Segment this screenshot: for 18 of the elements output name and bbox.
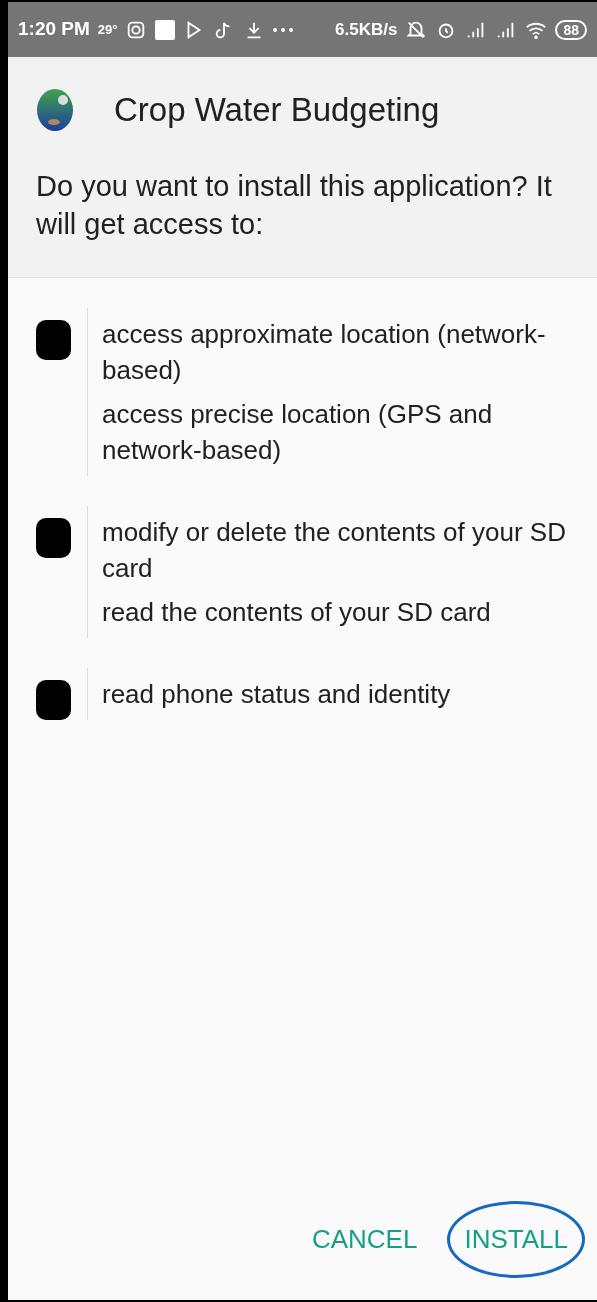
permission-text: read phone status and identity (102, 677, 451, 711)
app-icon (155, 19, 176, 40)
temperature: 29° (97, 20, 118, 39)
permission-text: read the contents of your SD card (102, 595, 492, 629)
permission-text: access approximate location (network-based) (102, 317, 547, 387)
install-prompt: Do you want to install this application? It will get access to: (36, 168, 553, 242)
globe-icon (36, 87, 74, 132)
dialog-button[interactable]: CANCEL (307, 1204, 422, 1275)
battery-level: 88 (555, 19, 587, 40)
permission-icon (36, 319, 71, 360)
permission-text: access precise location (GPS and network-based) (102, 397, 494, 467)
network-speed: 6.5KB/s (335, 18, 398, 41)
app-title: Crop Water Budgeting (114, 90, 440, 130)
more-icon (273, 27, 294, 32)
circled-button[interactable]: INSTALL (447, 1201, 585, 1278)
permission-icon (36, 517, 71, 558)
permission-icon (36, 679, 71, 720)
clock-time: 1:20 PM (18, 17, 90, 42)
